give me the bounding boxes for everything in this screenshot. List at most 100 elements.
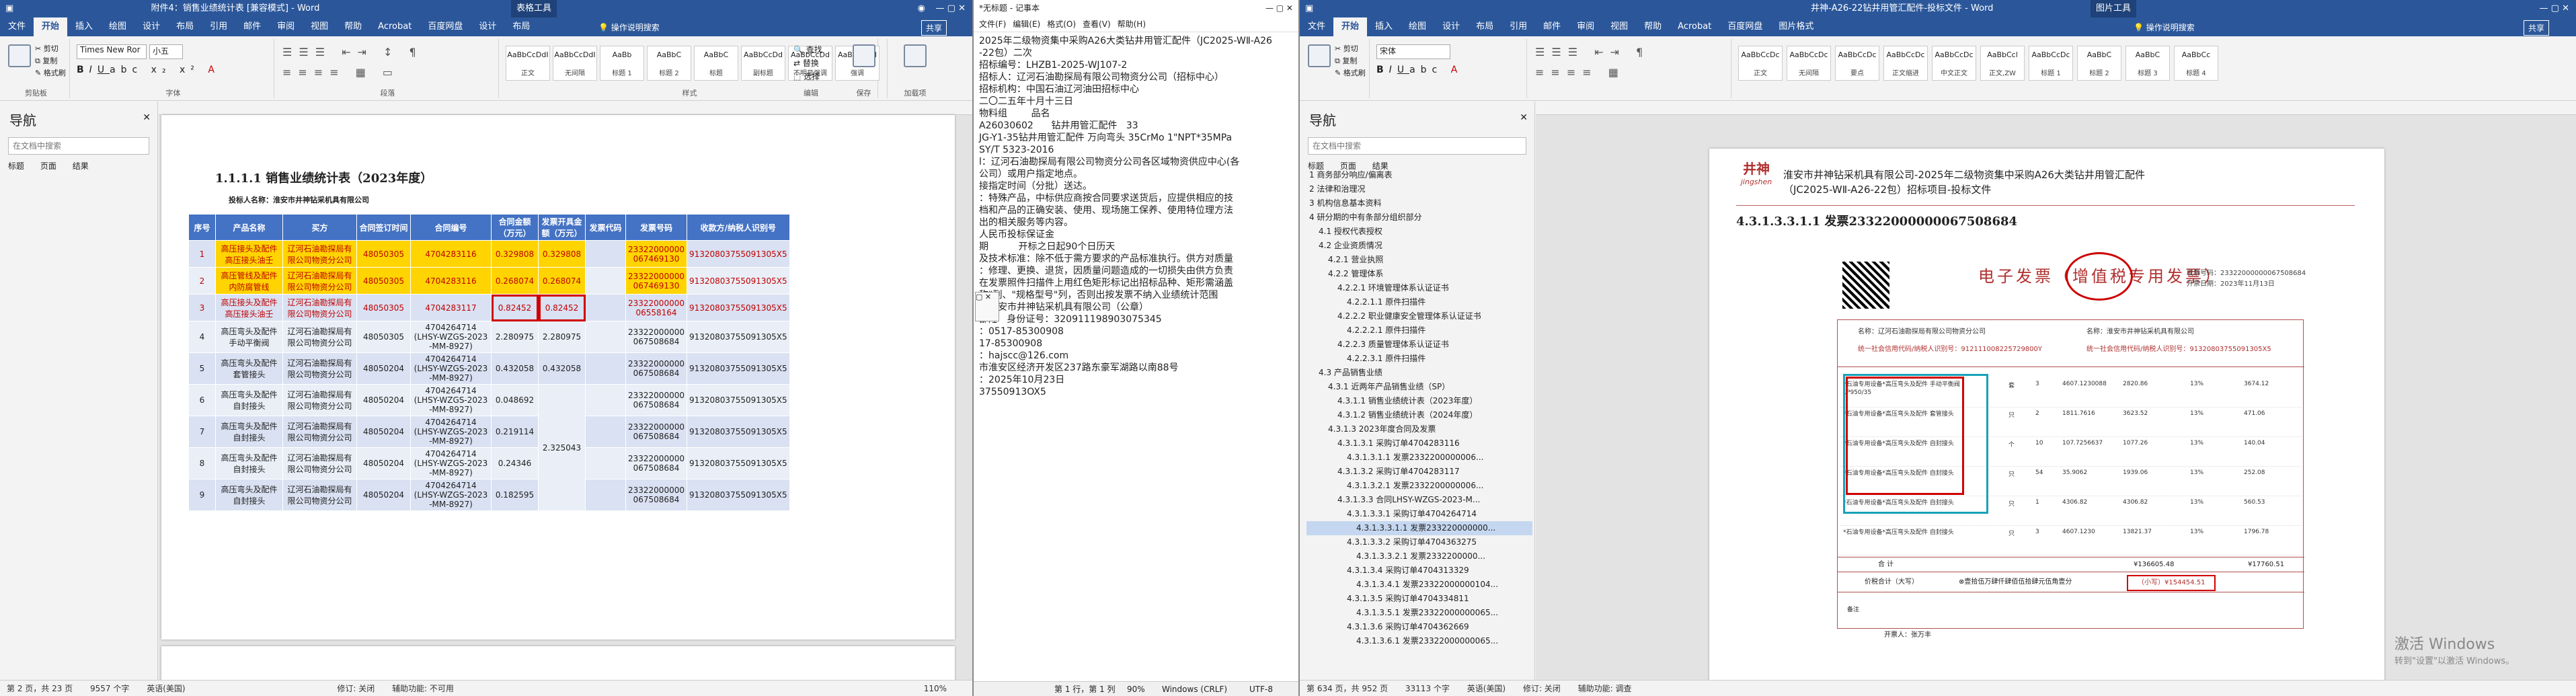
table-cell[interactable]: 高压接头及配件 高压接头油壬 xyxy=(215,294,283,321)
nav-heading-item[interactable]: 4.3.1.3.3 合同LHSY-WZGS-2023-M... xyxy=(1306,493,1532,507)
nav-heading-item[interactable]: 4.2 企业资质情况 xyxy=(1306,239,1532,253)
style-gallery-item[interactable]: AaBbCcDc 中文正文 xyxy=(1932,46,1976,81)
clipboard-buttons[interactable]: ✂ 剪切 ⧉ 复制 ✎ 格式刷 xyxy=(1335,43,1366,79)
save-icon[interactable]: ▣ xyxy=(1305,3,1313,13)
table-cell[interactable]: 4 xyxy=(188,321,216,353)
nav-heading-item[interactable]: 3 机构信息基本资料 xyxy=(1306,196,1532,210)
nav-heading-item[interactable]: 4 研分期的中有条部分组织部分 xyxy=(1306,210,1532,225)
style-gallery-item[interactable]: AaBbCcDc 要点 xyxy=(1835,46,1879,81)
table-cell[interactable]: 91320803755091305X5 xyxy=(686,294,790,321)
table-cell[interactable]: 高压弯头及配件 手动平衡阀 xyxy=(215,321,283,353)
table-cell[interactable]: 高压弯头及配件 自封接头 xyxy=(215,447,283,479)
user-icon[interactable]: ◉ xyxy=(918,0,925,17)
table-cell[interactable]: 4704283116 xyxy=(410,267,492,295)
style-gallery-item[interactable]: AaBbCcDdI 正文 xyxy=(506,46,550,81)
table-cell[interactable]: 4704264714 (LHSY-WZGS-2023 -MM-8927) xyxy=(410,321,492,353)
tab-1[interactable]: 开始 xyxy=(34,17,68,36)
style-gallery-item[interactable]: AaBbCcl 正文,ZW xyxy=(1980,46,2025,81)
tab-9[interactable]: 视图 xyxy=(303,17,336,36)
nav-heading-item[interactable]: 4.2.2.2.1 原件扫描件 xyxy=(1306,323,1532,338)
tab-0[interactable]: 文件 xyxy=(0,17,34,36)
table-cell[interactable]: 辽河石油勘探局有限公司物资分公司 xyxy=(282,416,357,448)
tab-8[interactable]: 审阅 xyxy=(1569,17,1602,36)
nav-heading-item[interactable]: 4.2.2.1.1 原件扫描件 xyxy=(1306,295,1532,309)
table-cell[interactable]: 4704264714 (LHSY-WZGS-2023 -MM-8927) xyxy=(410,416,492,448)
font-format-buttons[interactable]: BIUabc A xyxy=(1376,65,1462,75)
word-count[interactable]: 33113 个字 xyxy=(1405,684,1450,693)
nav-heading-item[interactable]: 4.2.2.3.1 原件扫描件 xyxy=(1306,352,1532,366)
tab-0[interactable]: 文件 xyxy=(1300,17,1333,36)
tab-13[interactable]: 图片格式 xyxy=(1770,17,1822,36)
table-cell[interactable]: 8 xyxy=(188,447,216,479)
nav-heading-item[interactable]: 4.3.1.3.5.1 发票23322000000065... xyxy=(1306,606,1532,620)
table-cell[interactable]: 23322000000 067508684 xyxy=(625,447,687,479)
table-cell[interactable]: 2.280975 xyxy=(491,321,539,353)
table-cell[interactable]: 48050305 xyxy=(356,240,411,268)
nav-heading-item[interactable]: 4.2.2 管理体系 xyxy=(1306,267,1532,281)
table-cell[interactable]: 0.182595 xyxy=(491,479,539,511)
nav-heading-item[interactable]: 4.1 授权代表授权 xyxy=(1306,225,1532,239)
nav-heading-item[interactable]: 4.3.1.3.6.1 发票23322000000065... xyxy=(1306,634,1532,648)
paragraph-buttons[interactable]: ☰☰☰ ⇤⇥ ¶ xyxy=(1535,46,1649,59)
paragraph-buttons[interactable]: ☰☰☰ ⇤⇥ ↕ ¶ xyxy=(282,46,423,59)
nav-heading-item[interactable]: 4.3.1.3.1.1 发票2332200000006... xyxy=(1306,451,1532,465)
table-cell[interactable]: 辽河石油勘探局有限公司物资分公司 xyxy=(282,447,357,479)
nav-heading-item[interactable]: 1 商务部分响应/偏离表 xyxy=(1306,168,1532,182)
menu-item[interactable]: 编辑(E) xyxy=(1013,20,1040,29)
paste-icon[interactable] xyxy=(8,44,31,67)
tab-results[interactable]: 结果 xyxy=(73,161,89,171)
table-cell[interactable] xyxy=(585,294,626,321)
tab-6[interactable]: 引用 xyxy=(1501,17,1535,36)
tab-11[interactable]: Acrobat xyxy=(370,17,420,36)
nav-heading-item[interactable]: 4.2.2.1 环境管理体系认证证书 xyxy=(1306,281,1532,295)
table-cell[interactable]: 0.219114 xyxy=(491,416,539,448)
table-cell[interactable]: 2 xyxy=(188,267,216,295)
paste-icon[interactable] xyxy=(1308,44,1331,67)
table-cell[interactable]: 91320803755091305X5 xyxy=(686,267,790,295)
table-cell[interactable]: 高压管线及配件 内防腐管线 xyxy=(215,267,283,295)
nav-heading-item[interactable]: 4.3.1.1 销售业绩统计表（2023年度） xyxy=(1306,394,1532,408)
style-gallery-item[interactable]: AaBbCcDd 副标题 xyxy=(741,46,785,81)
window-controls[interactable]: — ▢ ✕ xyxy=(936,0,966,17)
table-cell[interactable]: 高压弯头及配件 套管接头 xyxy=(215,352,283,385)
table-cell[interactable]: 辽河石油勘探局有限公司物资分公司 xyxy=(282,321,357,353)
table-cell[interactable] xyxy=(585,479,626,511)
table-cell[interactable]: 91320803755091305X5 xyxy=(686,321,790,353)
tell-me-search[interactable]: 💡 操作说明搜索 xyxy=(598,22,660,33)
table-cell[interactable]: 高压弯头及配件 自封接头 xyxy=(215,479,283,511)
table-cell[interactable]: 48050305 xyxy=(356,294,411,321)
tab-5[interactable]: 布局 xyxy=(168,17,202,36)
window-controls[interactable]: — ▢ ✕ xyxy=(1265,0,1293,16)
table-cell[interactable]: 4704264714 (LHSY-WZGS-2023 -MM-8927) xyxy=(410,447,492,479)
table-cell[interactable]: 91320803755091305X5 xyxy=(686,384,790,416)
font-size-select[interactable]: 小五 xyxy=(149,44,183,59)
style-gallery-item[interactable]: AaBbC 标题 2 xyxy=(2077,46,2121,81)
nav-heading-item[interactable]: 4.3.1 近两年产品销售业绩（SP） xyxy=(1306,380,1532,394)
save-icon[interactable]: ▣ xyxy=(5,3,13,13)
table-cell[interactable]: 辽河石油勘探局有限公司物资分公司 xyxy=(282,294,357,321)
tab-3[interactable]: 绘图 xyxy=(1401,17,1434,36)
table-cell[interactable]: 48050204 xyxy=(356,479,411,511)
tab-headings[interactable]: 标题 xyxy=(8,161,24,171)
tab-pages[interactable]: 页面 xyxy=(40,161,56,171)
tab-2[interactable]: 插入 xyxy=(1367,17,1401,36)
invoice-image[interactable]: 电子发票（增值税专用发票） 发票号码：23322000000067508684 … xyxy=(1830,252,2310,639)
table-cell[interactable]: 高压弯头及配件 自封接头 xyxy=(215,416,283,448)
table-cell[interactable]: 48050305 xyxy=(356,321,411,353)
nav-search-input[interactable]: 在文档中搜索 xyxy=(1308,137,1526,155)
tab-4[interactable]: 设计 xyxy=(134,17,168,36)
table-cell[interactable] xyxy=(585,240,626,268)
table-cell[interactable] xyxy=(585,384,626,416)
baidu-save-icon[interactable] xyxy=(853,44,875,67)
table-cell[interactable]: 辽河石油勘探局有限公司物资分公司 xyxy=(282,479,357,511)
table-cell[interactable]: 23322000000 067508684 xyxy=(625,416,687,448)
accessibility[interactable]: 辅助功能: 不可用 xyxy=(392,684,454,693)
table-cell[interactable]: 23322000000 067469130 xyxy=(625,267,687,295)
style-gallery-item[interactable]: AaBbCc 标题 4 xyxy=(2174,46,2218,81)
table-cell[interactable]: 4704283117 xyxy=(410,294,492,321)
table-cell[interactable]: 4704264714 (LHSY-WZGS-2023 -MM-8927) xyxy=(410,352,492,385)
accessibility[interactable]: 辅助功能: 调查 xyxy=(1578,684,1632,693)
table-cell[interactable]: 0.24346 xyxy=(491,447,539,479)
nav-heading-item[interactable]: 4.2.2.2 职业健康安全管理体系认证证书 xyxy=(1306,309,1532,323)
language[interactable]: 英语(美国) xyxy=(147,684,185,693)
